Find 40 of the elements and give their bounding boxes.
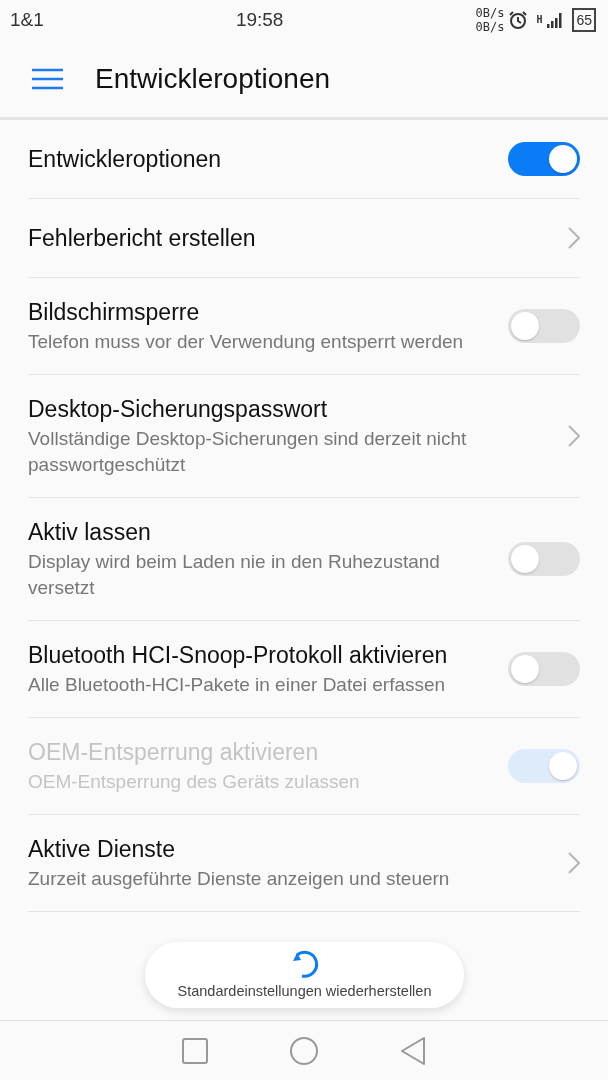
- clock-time: 19:58: [235, 7, 284, 32]
- setting-title: Aktiv lassen: [28, 518, 152, 547]
- alarm-icon: [508, 10, 529, 30]
- setting-row[interactable]: Fehlerbericht erstellen: [28, 199, 580, 278]
- battery-indicator: 65: [572, 8, 596, 32]
- home-button[interactable]: [290, 1036, 318, 1065]
- setting-title: Aktive Dienste: [28, 835, 176, 864]
- setting-description: Zurzeit ausgeführte Dienste anzeigen und steuern: [28, 867, 451, 891]
- upload-speed: 0B/s: [475, 6, 505, 20]
- setting-title: Desktop-Sicherungspasswort: [28, 395, 329, 424]
- setting-row[interactable]: Entwickleroptionen: [28, 120, 580, 199]
- recent-apps-button[interactable]: [182, 1037, 208, 1064]
- download-speed: 0B/s: [475, 20, 505, 34]
- setting-description: Alle Bluetooth-HCI-Pakete in einer Datei erfassen: [28, 673, 447, 697]
- setting-title: Bildschirmsperre: [28, 298, 201, 327]
- toggle-switch[interactable]: [508, 542, 580, 576]
- toggle-switch[interactable]: [508, 142, 580, 176]
- chevron-icon: [568, 852, 580, 874]
- back-button[interactable]: [400, 1036, 426, 1065]
- toast-message: Standardeinstellungen wiederherstellen: [177, 982, 432, 1002]
- setting-title: Bluetooth HCI-Snoop-Protokoll aktivieren: [28, 641, 449, 670]
- setting-description: Display wird beim Laden nie in den Ruhezustand versetzt: [28, 550, 441, 600]
- menu-icon[interactable]: [32, 67, 63, 90]
- page-title: Entwickleroptionen: [95, 61, 331, 96]
- setting-description: Vollständige Desktop-Sicherungen sind derzeit nicht passwortgeschützt: [28, 427, 468, 477]
- setting-row[interactable]: Bluetooth HCI-Snoop-Protokoll aktivieren Alle Bluetooth-HCI-Pakete in einer Datei erfassen: [28, 621, 580, 718]
- setting-title: Fehlerbericht erstellen: [28, 224, 257, 253]
- setting-row[interactable]: Aktive Dienste Zurzeit ausgeführte Dienste anzeigen und steuern: [28, 815, 580, 912]
- setting-title: Entwickleroptionen: [28, 145, 223, 174]
- carrier-name: 1&1: [10, 7, 44, 32]
- toggle-switch[interactable]: [508, 309, 580, 343]
- setting-row[interactable]: Desktop-Sicherungspasswort Vollständige Desktop-Sicherungen sind derzeit nicht passwortgeschützt: [28, 375, 580, 498]
- toggle-switch[interactable]: [508, 652, 580, 686]
- signal-icon: [546, 11, 565, 29]
- chevron-icon: [568, 425, 580, 447]
- setting-row[interactable]: Aktiv lassen Display wird beim Laden nie in den Ruhezustand versetzt: [28, 498, 580, 621]
- chevron-icon: [568, 227, 580, 249]
- setting-row[interactable]: Bildschirmsperre Telefon muss vor der Verwendung entsperrt werden: [28, 278, 580, 375]
- setting-description: Telefon muss vor der Verwendung entsperrt werden: [28, 330, 465, 354]
- network-type: H: [536, 13, 543, 27]
